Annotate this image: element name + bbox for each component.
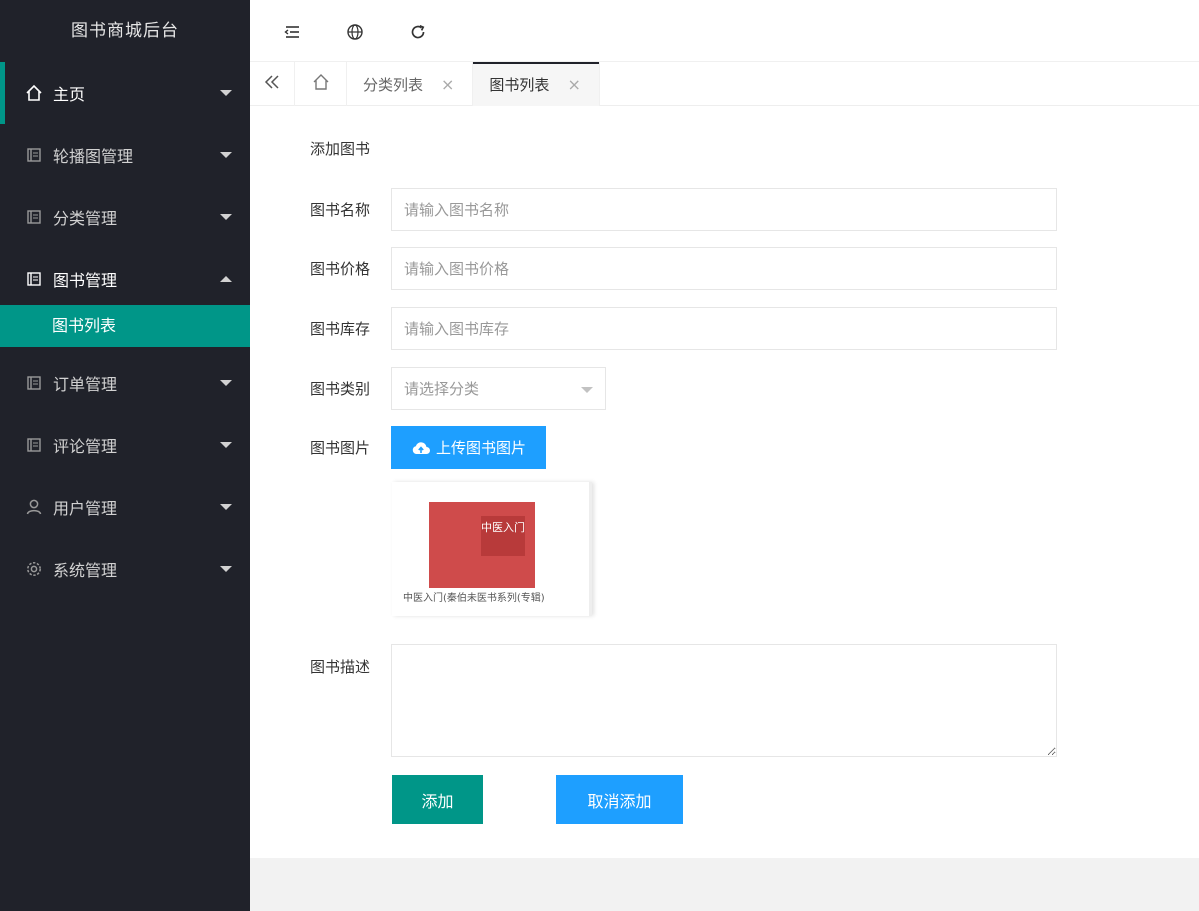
main-content: 添加图书 图书名称 图书价格 图书库存 图书类别 请选择分类 图书图片 上传图书… (250, 106, 1199, 858)
sidebar-item-home[interactable]: 主页 (0, 62, 250, 124)
app-title: 图书商城后台 (71, 21, 179, 41)
cancel-add-button[interactable]: 取消添加 (556, 775, 683, 824)
tab-bar: 分类列表 × 图书列表 × (250, 62, 1199, 106)
chevron-down-icon (220, 442, 232, 448)
double-chevron-left-icon (263, 74, 281, 94)
tab-label: 分类列表 (363, 75, 424, 94)
sidebar-item-label: 评论管理 (53, 437, 118, 456)
sidebar-item-users[interactable]: 用户管理 (0, 476, 250, 538)
form-row-category: 图书类别 请选择分类 (310, 367, 606, 410)
tab-label: 图书列表 (489, 75, 550, 94)
book-name-input[interactable] (391, 188, 1057, 231)
sidebar-item-label: 分类管理 (53, 209, 118, 228)
chevron-down-icon (220, 90, 232, 96)
cloud-upload-icon (411, 440, 431, 456)
chevron-down-icon (220, 566, 232, 572)
image-preview: 中医入门 中医入门(秦伯未医书系列(专辑) (392, 482, 592, 616)
sidebar-item-label: 系统管理 (53, 561, 118, 580)
upload-image-button[interactable]: 上传图书图片 (391, 426, 547, 469)
home-icon (24, 83, 44, 103)
chevron-down-icon (220, 504, 232, 510)
sidebar-item-books[interactable]: 图书管理 (0, 248, 250, 310)
sidebar-item-label: 主页 (53, 85, 86, 104)
globe-icon[interactable] (345, 22, 365, 42)
book-icon (24, 435, 44, 455)
home-icon (312, 73, 330, 95)
form-row-price: 图书价格 (310, 247, 1057, 290)
close-icon[interactable]: × (441, 75, 454, 94)
gear-icon (24, 559, 44, 579)
name-label: 图书名称 (310, 201, 371, 219)
sidebar-item-carousel[interactable]: 轮播图管理 (0, 124, 250, 186)
form-row-stock: 图书库存 (310, 307, 1057, 350)
category-select-value: 请选择分类 (404, 380, 480, 398)
sidebar-item-system[interactable]: 系统管理 (0, 538, 250, 600)
category-select[interactable]: 请选择分类 (391, 367, 606, 410)
sidebar-item-label: 图书管理 (53, 271, 118, 290)
menu-fold-icon[interactable] (282, 22, 302, 42)
description-textarea[interactable] (391, 644, 1057, 757)
tab-book-list[interactable]: 图书列表 × (473, 62, 600, 106)
chevron-down-icon (220, 380, 232, 386)
image-label: 图书图片 (310, 439, 371, 457)
book-stock-input[interactable] (391, 307, 1057, 350)
preview-caption: 中医入门(秦伯未医书系列(专辑) (403, 593, 545, 604)
price-label: 图书价格 (310, 260, 371, 278)
book-icon (24, 269, 44, 289)
description-label: 图书描述 (310, 658, 371, 676)
upload-label: 上传图书图片 (436, 440, 527, 457)
stock-label: 图书库存 (310, 320, 371, 338)
caret-down-icon (581, 387, 593, 393)
sidebar-item-comments[interactable]: 评论管理 (0, 414, 250, 476)
form-row-name: 图书名称 (310, 188, 1057, 231)
close-icon[interactable]: × (567, 75, 580, 94)
book-icon (24, 145, 44, 165)
form-row-image: 图书图片 上传图书图片 (310, 426, 547, 469)
book-icon (24, 207, 44, 227)
category-label: 图书类别 (310, 380, 371, 398)
footer-area (250, 858, 1199, 911)
header (250, 0, 1199, 62)
user-icon (24, 497, 44, 517)
tab-home[interactable] (295, 62, 347, 106)
sidebar-item-label: 订单管理 (53, 375, 118, 394)
sidebar-item-orders[interactable]: 订单管理 (0, 352, 250, 414)
sidebar-item-label: 轮播图管理 (53, 147, 134, 166)
sidebar-item-category[interactable]: 分类管理 (0, 186, 250, 248)
book-icon (24, 373, 44, 393)
sidebar-item-label: 用户管理 (53, 499, 118, 518)
page-title: 添加图书 (310, 140, 371, 158)
book-cover-image: 中医入门 (429, 502, 535, 588)
chevron-down-icon (220, 214, 232, 220)
sidebar: 图书商城后台 主页 轮播图管理 分类管理 图书管理 图书列表 订单管理 评论管理… (0, 0, 250, 911)
add-button[interactable]: 添加 (392, 775, 483, 824)
refresh-icon[interactable] (408, 22, 428, 42)
chevron-up-icon (220, 276, 232, 282)
books-submenu: 图书列表 (0, 305, 250, 347)
tab-scroll-left[interactable] (250, 62, 295, 106)
book-cover-title: 中医入门 (481, 516, 525, 556)
tab-category-list[interactable]: 分类列表 × (347, 62, 474, 106)
book-price-input[interactable] (391, 247, 1057, 290)
chevron-down-icon (220, 152, 232, 158)
sidebar-subitem-book-list[interactable]: 图书列表 (0, 305, 250, 347)
form-row-description: 图书描述 (310, 644, 1057, 757)
